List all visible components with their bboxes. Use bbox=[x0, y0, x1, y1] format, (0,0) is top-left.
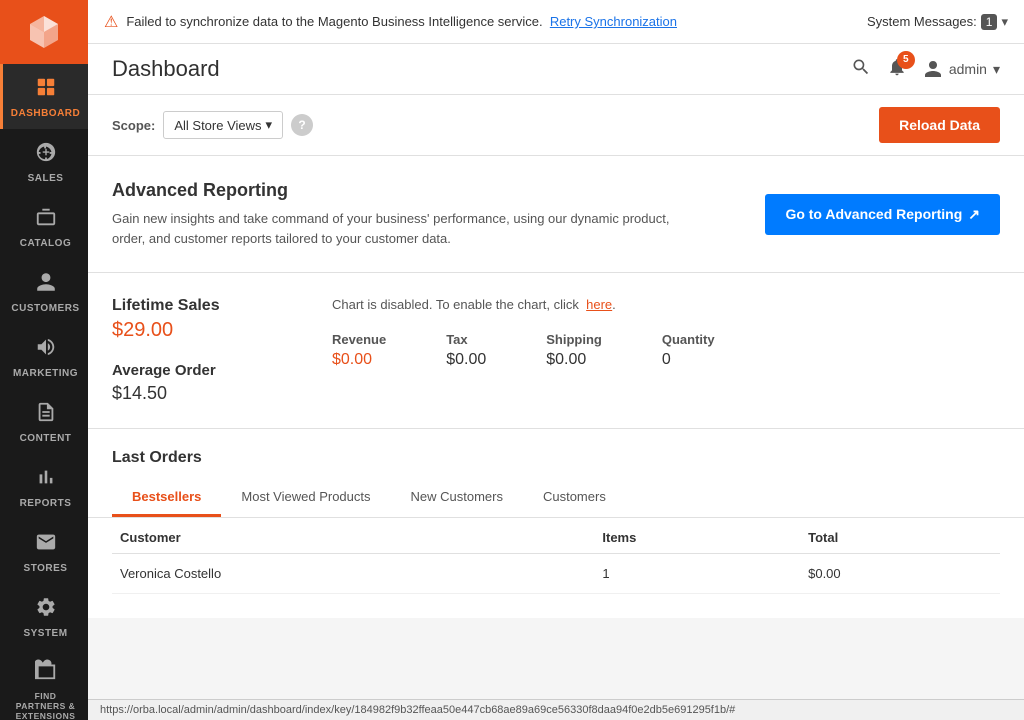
magento-logo[interactable] bbox=[0, 0, 88, 64]
notifications-bell[interactable]: 5 bbox=[887, 57, 907, 82]
sidebar-item-system[interactable]: SYSTEM bbox=[0, 584, 88, 649]
content-icon bbox=[35, 401, 57, 429]
warning-icon: ⚠ bbox=[104, 12, 118, 32]
sidebar-item-label-customers: CUSTOMERS bbox=[11, 303, 79, 314]
status-bar: https://orba.local/admin/admin/dashboard… bbox=[88, 699, 1024, 720]
advanced-reporting-section: Advanced Reporting Gain new insights and… bbox=[88, 156, 1024, 273]
average-order-value: $14.50 bbox=[112, 383, 292, 404]
last-orders-section: Last Orders Bestsellers Most Viewed Prod… bbox=[88, 429, 1024, 618]
scope-help-icon[interactable]: ? bbox=[291, 114, 313, 136]
stats-section: Lifetime Sales $29.00 Average Order $14.… bbox=[88, 273, 1024, 429]
revenue-revenue: Revenue $0.00 bbox=[332, 332, 386, 369]
system-messages: System Messages: 1 ▾ bbox=[867, 14, 1008, 30]
revenue-row: Revenue $0.00 Tax $0.00 Shipping $0.00 Q… bbox=[332, 332, 1000, 369]
sidebar-item-label-system: SYSTEM bbox=[23, 628, 67, 639]
main-area: ⚠ Failed to synchronize data to the Mage… bbox=[88, 0, 1024, 720]
sidebar-item-extensions[interactable]: FIND PARTNERS & EXTENSIONS bbox=[0, 649, 88, 720]
sidebar-item-label-stores: STORES bbox=[24, 563, 68, 574]
sidebar-item-content[interactable]: CONTENT bbox=[0, 389, 88, 454]
revenue-tax: Tax $0.00 bbox=[446, 332, 486, 369]
scope-bar: Scope: All Store Views ▾ ? Reload Data bbox=[88, 95, 1024, 156]
table-row: Veronica Costello 1 $0.00 bbox=[112, 554, 1000, 594]
last-orders-title: Last Orders bbox=[88, 429, 1024, 479]
lifetime-sales-value: $29.00 bbox=[112, 319, 292, 342]
advanced-reporting-text: Advanced Reporting Gain new insights and… bbox=[112, 180, 672, 248]
user-label: admin bbox=[949, 61, 987, 77]
sidebar-item-label-marketing: MARKETING bbox=[13, 368, 78, 379]
dashboard-icon bbox=[35, 76, 57, 104]
go-to-advanced-reporting-button[interactable]: Go to Advanced Reporting ↗ bbox=[765, 194, 1000, 235]
stats-right: Chart is disabled. To enable the chart, … bbox=[332, 297, 1000, 404]
col-items: Items bbox=[594, 518, 800, 554]
sidebar-item-stores[interactable]: STORES bbox=[0, 519, 88, 584]
orders-table-body: Veronica Costello 1 $0.00 bbox=[112, 554, 1000, 594]
orders-table-header: Customer Items Total bbox=[112, 518, 1000, 554]
orders-table: Customer Items Total Veronica Costello 1… bbox=[112, 518, 1000, 594]
sidebar-item-label-reports: REPORTS bbox=[20, 498, 72, 509]
tab-customers[interactable]: Customers bbox=[523, 479, 626, 517]
scope-selector[interactable]: All Store Views ▾ bbox=[163, 111, 283, 139]
revenue-quantity: Quantity 0 bbox=[662, 332, 715, 369]
sidebar-item-customers[interactable]: CUSTOMERS bbox=[0, 259, 88, 324]
order-customer: Veronica Costello bbox=[112, 554, 594, 594]
page-header: Dashboard 5 admin ▾ bbox=[88, 44, 1024, 95]
stores-icon bbox=[35, 531, 57, 559]
customers-icon bbox=[35, 271, 57, 299]
stats-left: Lifetime Sales $29.00 Average Order $14.… bbox=[112, 297, 292, 404]
system-icon bbox=[35, 596, 57, 624]
sidebar-item-label-extensions: FIND PARTNERS & EXTENSIONS bbox=[9, 691, 82, 720]
order-total: $0.00 bbox=[800, 554, 1000, 594]
sidebar-item-reports[interactable]: REPORTS bbox=[0, 454, 88, 519]
scope-label: Scope: bbox=[112, 118, 155, 133]
tab-most-viewed[interactable]: Most Viewed Products bbox=[221, 479, 390, 517]
advanced-reporting-description: Gain new insights and take command of yo… bbox=[112, 209, 672, 248]
user-chevron-icon: ▾ bbox=[993, 61, 1000, 78]
status-url: https://orba.local/admin/admin/dashboard… bbox=[100, 704, 735, 716]
order-items: 1 bbox=[594, 554, 800, 594]
advanced-reporting-button-label: Go to Advanced Reporting bbox=[785, 206, 962, 222]
notification-bar: ⚠ Failed to synchronize data to the Mage… bbox=[88, 0, 1024, 44]
extensions-icon bbox=[35, 659, 57, 687]
sidebar: DASHBOARD SALES CATALOG CUSTOMERS MARKET… bbox=[0, 0, 88, 720]
tab-bestsellers[interactable]: Bestsellers bbox=[112, 479, 221, 517]
user-menu[interactable]: admin ▾ bbox=[923, 59, 1000, 79]
sidebar-item-label-catalog: CATALOG bbox=[20, 238, 71, 249]
search-icon[interactable] bbox=[851, 57, 871, 82]
sidebar-item-label-sales: SALES bbox=[28, 173, 64, 184]
catalog-icon bbox=[35, 206, 57, 234]
page-content: Scope: All Store Views ▾ ? Reload Data A… bbox=[88, 95, 1024, 720]
advanced-reporting-title: Advanced Reporting bbox=[112, 180, 672, 201]
sidebar-item-label-content: CONTENT bbox=[20, 433, 72, 444]
scope-chevron-icon: ▾ bbox=[266, 117, 273, 133]
tabs-row: Bestsellers Most Viewed Products New Cus… bbox=[88, 479, 1024, 518]
revenue-shipping: Shipping $0.00 bbox=[546, 332, 602, 369]
system-messages-count: 1 bbox=[981, 14, 998, 30]
external-link-icon: ↗ bbox=[968, 206, 980, 223]
lifetime-sales-label: Lifetime Sales bbox=[112, 297, 292, 315]
reload-data-button[interactable]: Reload Data bbox=[879, 107, 1000, 143]
sidebar-item-catalog[interactable]: CATALOG bbox=[0, 194, 88, 259]
notification-count: 5 bbox=[897, 51, 915, 69]
sidebar-item-dashboard[interactable]: DASHBOARD bbox=[0, 64, 88, 129]
tab-new-customers[interactable]: New Customers bbox=[391, 479, 523, 517]
col-customer: Customer bbox=[112, 518, 594, 554]
header-actions: 5 admin ▾ bbox=[851, 57, 1000, 82]
orders-table-area: Customer Items Total Veronica Costello 1… bbox=[88, 518, 1024, 594]
chart-disabled-message: Chart is disabled. To enable the chart, … bbox=[332, 297, 1000, 312]
page-title: Dashboard bbox=[112, 56, 220, 82]
scope-left: Scope: All Store Views ▾ ? bbox=[112, 111, 313, 139]
sidebar-item-sales[interactable]: SALES bbox=[0, 129, 88, 194]
marketing-icon bbox=[35, 336, 57, 364]
sidebar-item-label-dashboard: DASHBOARD bbox=[11, 108, 81, 119]
sales-icon bbox=[35, 141, 57, 169]
average-order-label: Average Order bbox=[112, 362, 292, 379]
notification-message: Failed to synchronize data to the Magent… bbox=[126, 14, 859, 29]
chart-enable-link[interactable]: here bbox=[586, 297, 612, 312]
retry-link[interactable]: Retry Synchronization bbox=[550, 14, 677, 29]
scope-value: All Store Views bbox=[174, 118, 261, 133]
system-messages-chevron[interactable]: ▾ bbox=[1001, 14, 1008, 30]
col-total: Total bbox=[800, 518, 1000, 554]
sidebar-item-marketing[interactable]: MARKETING bbox=[0, 324, 88, 389]
reports-icon bbox=[35, 466, 57, 494]
